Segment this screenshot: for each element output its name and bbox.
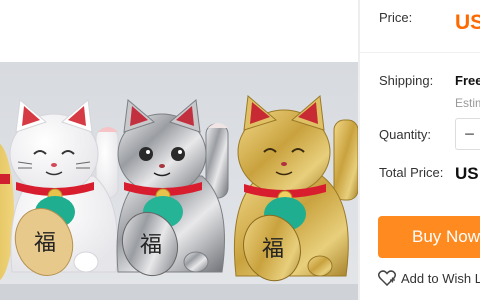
price-label: Price:	[379, 10, 413, 25]
heart-icon	[378, 270, 396, 286]
product-photo[interactable]: 福 福 福	[0, 62, 358, 300]
cat-white: 福	[9, 99, 119, 276]
quantity-decrease-button[interactable]: −	[456, 119, 480, 149]
buy-now-button[interactable]: Buy Now	[378, 216, 480, 258]
divider	[360, 52, 480, 53]
total-price-label: Total Price:	[379, 165, 444, 180]
quantity-label: Quantity:	[379, 127, 432, 142]
svg-text:福: 福	[140, 233, 162, 258]
cat-silver: 福	[116, 99, 229, 277]
shipping-label: Shipping:	[379, 73, 434, 88]
quantity-stepper[interactable]: −	[455, 118, 480, 150]
wish-list-label: Add to Wish L	[401, 270, 480, 286]
add-to-wish-list-link[interactable]: Add to Wish L	[378, 270, 480, 286]
maneki-neko-illustration: 福 福 福	[0, 95, 358, 300]
cat-gold: 福	[233, 95, 358, 282]
product-info-panel: Price: US Shipping: Free Estim Quantity:…	[360, 0, 480, 300]
price-value: US	[455, 11, 480, 34]
product-image-area: 福 福 福	[0, 0, 358, 300]
shipping-value[interactable]: Free	[455, 73, 480, 88]
svg-text:福: 福	[34, 231, 56, 256]
total-price-value: US	[455, 164, 479, 183]
svg-text:福: 福	[262, 237, 284, 262]
shipping-estimate: Estim	[455, 96, 480, 110]
